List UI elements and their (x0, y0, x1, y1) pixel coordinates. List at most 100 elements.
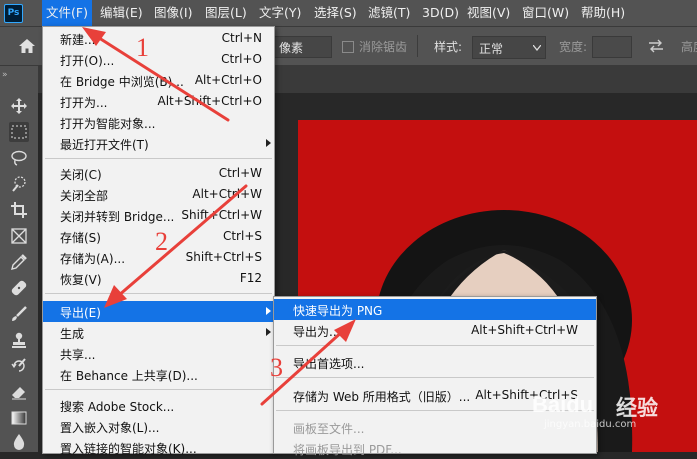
photoshop-logo: Ps (4, 4, 23, 23)
marquee-tool-icon[interactable] (9, 122, 29, 142)
brush-tool-icon[interactable] (9, 304, 29, 324)
menu-item-label: 搜索 Adobe Stock... (60, 400, 175, 414)
height-label: 高度 (681, 40, 697, 54)
submenu-item-export-as[interactable]: 导出为... Alt+Shift+Ctrl+W (274, 320, 596, 341)
lasso-tool-icon[interactable] (9, 148, 29, 168)
menu-item-label: 在 Behance 上共享(D)... (60, 369, 198, 383)
quick-select-tool-icon[interactable] (9, 174, 29, 194)
menu-select[interactable]: 选择(S) (314, 0, 357, 26)
home-icon[interactable] (18, 38, 36, 54)
watermark-brand: Baidu (532, 392, 594, 417)
menu-bar: Ps 文件(F) 编辑(E) 图像(I) 图层(L) 文字(Y) 选择(S) 滤… (0, 0, 697, 27)
menu-help[interactable]: 帮助(H) (581, 0, 625, 26)
healing-brush-tool-icon[interactable] (9, 278, 29, 298)
menu-item-browse-bridge[interactable]: 在 Bridge 中浏览(B)... Alt+Ctrl+O (43, 70, 274, 91)
antialias-checkbox[interactable] (342, 41, 354, 53)
menu-item-label: 新建... (60, 33, 96, 47)
move-tool-icon[interactable] (9, 96, 29, 116)
menu-item-save[interactable]: 存储(S) Ctrl+S (43, 226, 274, 247)
menu-item-label: 关闭全部 (60, 189, 109, 203)
blur-tool-icon[interactable] (9, 432, 29, 452)
menu-item-label: 导出为... (293, 325, 341, 339)
history-brush-tool-icon[interactable] (9, 356, 29, 376)
pixel-unit: 像素 (279, 41, 304, 55)
menu-item-close[interactable]: 关闭(C) Ctrl+W (43, 163, 274, 184)
menu-item-label: 画板至文件... (293, 422, 365, 436)
menu-item-label: 关闭并转到 Bridge... (60, 210, 175, 224)
submenu-item-quick-export-png[interactable]: 快速导出为 PNG (274, 299, 596, 320)
menu-item-share-behance[interactable]: 在 Behance 上共享(D)... (43, 364, 274, 385)
menu-item-label: 导出首选项... (293, 357, 365, 371)
antialias-label: 消除锯齿 (359, 40, 408, 54)
menu-item-label: 关闭(C) (60, 168, 102, 182)
gradient-tool-icon[interactable] (9, 408, 29, 428)
menu-item-close-to-bridge[interactable]: 关闭并转到 Bridge... Shift+Ctrl+W (43, 205, 274, 226)
menu-separator (45, 158, 272, 159)
menu-edit[interactable]: 编辑(E) (100, 0, 143, 26)
menu-window[interactable]: 窗口(W) (522, 0, 569, 26)
menu-item-label: 存储为(A)... (60, 252, 126, 266)
menu-item-shortcut: Alt+Ctrl+W (192, 187, 262, 201)
menu-item-open-as[interactable]: 打开为... Alt+Shift+Ctrl+O (43, 91, 274, 112)
menu-item-shortcut: Ctrl+S (222, 229, 262, 243)
swap-icon[interactable] (648, 39, 664, 53)
submenu-item-export-preferences[interactable]: 导出首选项... (274, 352, 596, 373)
menu-item-shortcut: Shift+Ctrl+S (185, 250, 262, 264)
collapse-icon[interactable]: » (2, 70, 8, 80)
menu-item-revert[interactable]: 恢复(V) F12 (43, 268, 274, 289)
menu-item-label: 置入嵌入对象(L)... (60, 421, 160, 435)
menu-item-save-as[interactable]: 存储为(A)... Shift+Ctrl+S (43, 247, 274, 268)
menu-item-open[interactable]: 打开(O)... Ctrl+O (43, 49, 274, 70)
menu-item-open-smart-object[interactable]: 打开为智能对象... (43, 112, 274, 133)
menu-image[interactable]: 图像(I) (154, 0, 192, 26)
menu-view[interactable]: 视图(V) (467, 0, 510, 26)
menu-item-label: 恢复(V) (60, 273, 102, 287)
menu-item-label: 打开为智能对象... (60, 117, 156, 131)
eyedropper-tool-icon[interactable] (9, 252, 29, 272)
feather-input[interactable]: 像素 (272, 36, 332, 58)
menu-item-label: 存储(S) (60, 231, 101, 245)
menu-separator (45, 389, 272, 390)
menu-separator (276, 377, 594, 378)
frame-tool-icon[interactable] (9, 226, 29, 246)
menu-item-place-embedded[interactable]: 置入嵌入对象(L)... (43, 416, 274, 437)
style-value: 正常 (479, 42, 504, 56)
menu-item-shortcut: Shift+Ctrl+W (181, 208, 262, 222)
menu-item-shortcut: F12 (239, 271, 262, 285)
menu-item-export[interactable]: 导出(E) (43, 301, 274, 322)
menu-item-close-all[interactable]: 关闭全部 Alt+Ctrl+W (43, 184, 274, 205)
menu-3d[interactable]: 3D(D) (422, 0, 459, 26)
menu-item-label: 在 Bridge 中浏览(B)... (60, 75, 184, 89)
menu-item-generate[interactable]: 生成 (43, 322, 274, 343)
watermark-text: 经验 (616, 396, 658, 420)
menu-item-label: 将画板导出到 PDF... (293, 443, 402, 457)
file-menu: 新建... Ctrl+N 打开(O)... Ctrl+O 在 Bridge 中浏览(… (42, 26, 275, 456)
watermark-url: jingyan.baidu.com (544, 419, 637, 430)
menu-filter[interactable]: 滤镜(T) (368, 0, 410, 26)
menu-item-label: 打开(O)... (60, 54, 115, 68)
baidu-jingyan-watermark: Baidu 经验 jingyan.baidu.com (520, 392, 695, 432)
menu-item-new[interactable]: 新建... Ctrl+N (43, 28, 274, 49)
style-select[interactable]: 正常 (472, 36, 546, 59)
menu-item-recent-files[interactable]: 最近打开文件(T) (43, 133, 274, 154)
submenu-arrow-icon (266, 328, 271, 336)
crop-tool-icon[interactable] (9, 200, 29, 220)
divider (417, 35, 418, 57)
menu-item-label: 导出(E) (60, 306, 101, 320)
menu-separator (45, 293, 272, 294)
menu-item-share[interactable]: 共享... (43, 343, 274, 364)
menu-item-place-linked[interactable]: 置入链接的智能对象(K)... (43, 437, 274, 458)
eraser-tool-icon[interactable] (9, 382, 29, 402)
clone-stamp-tool-icon[interactable] (9, 330, 29, 350)
menu-file[interactable]: 文件(F) (42, 0, 92, 26)
menu-type[interactable]: 文字(Y) (259, 0, 301, 26)
menu-item-label: 生成 (60, 327, 85, 341)
style-label: 样式: (434, 40, 463, 54)
menu-item-search-stock[interactable]: 搜索 Adobe Stock... (43, 395, 274, 416)
width-input[interactable] (592, 36, 632, 58)
submenu-arrow-icon (266, 307, 271, 315)
menu-layer[interactable]: 图层(L) (205, 0, 247, 26)
menu-item-shortcut: Ctrl+O (221, 52, 262, 66)
menu-separator (276, 345, 594, 346)
submenu-arrow-icon (266, 139, 271, 147)
